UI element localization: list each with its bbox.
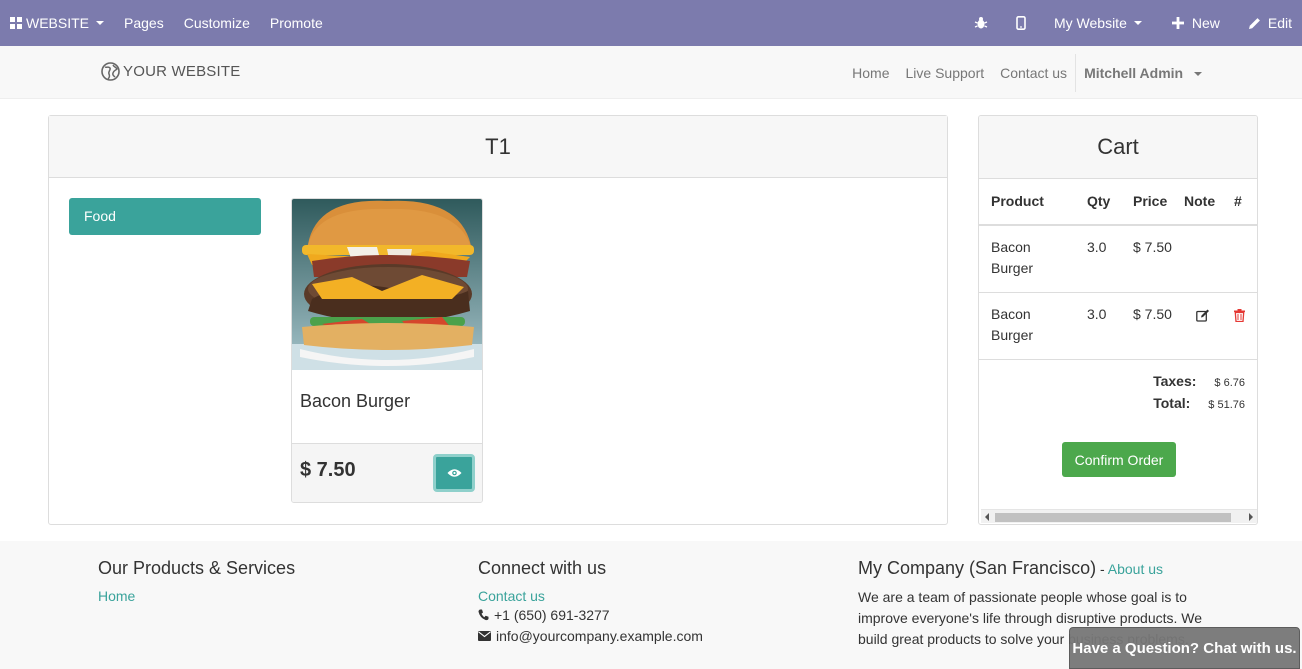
product-card[interactable]: Bacon Burger $ 7.50	[291, 198, 483, 503]
new-button[interactable]: New	[1162, 0, 1234, 46]
footer-connect: Connect with us Contact us +1 (650) 691-…	[478, 558, 703, 646]
product-price: $ 7.50	[300, 459, 356, 481]
plus-icon	[1171, 17, 1184, 29]
edit-note-icon	[1196, 309, 1209, 322]
nav-live-support[interactable]: Live Support	[898, 65, 993, 81]
eye-icon	[447, 469, 461, 477]
pos-panel: T1 Food Bacon Burger $ 7.50	[48, 115, 948, 525]
cart-table: Product Qty Price Note # Bacon Burger 3.…	[979, 179, 1257, 360]
cart-row: Bacon Burger 3.0 $ 7.50	[979, 293, 1257, 360]
caret-down-icon	[96, 21, 105, 25]
footer-company-title: My Company (San Francisco)	[858, 558, 1097, 578]
menu-pages[interactable]: Pages	[114, 0, 174, 46]
website-switcher[interactable]: My Website	[1040, 0, 1162, 46]
cart-totals: Taxes: $ 6.76 Total: $ 51.76	[1153, 373, 1245, 417]
cart-header-row: Product Qty Price Note #	[979, 179, 1257, 226]
cart-item-price: $ 7.50	[1133, 239, 1172, 255]
product-image	[292, 199, 482, 370]
cart-item-qty: 3.0	[1087, 239, 1107, 255]
pencil-icon	[1248, 17, 1260, 29]
cart-item-qty: 3.0	[1087, 306, 1107, 322]
cart-row: Bacon Burger 3.0 $ 7.50	[979, 226, 1257, 293]
app-menu-label: WEBSITE	[26, 15, 90, 31]
mobile-preview-button[interactable]	[1002, 0, 1040, 46]
cart-title: Cart	[979, 116, 1257, 179]
product-name: Bacon Burger	[300, 391, 411, 411]
footer-about-link[interactable]: About us	[1108, 561, 1163, 577]
new-label: New	[1191, 15, 1220, 31]
mobile-icon	[1016, 16, 1026, 30]
footer-email: info@yourcompany.example.com	[478, 625, 703, 646]
col-note: Note	[1184, 193, 1216, 209]
envelope-icon	[478, 630, 491, 641]
caret-down-icon	[1133, 21, 1142, 25]
user-menu[interactable]: Mitchell Admin	[1076, 65, 1202, 81]
taxes-value: $ 6.76	[1214, 377, 1245, 389]
delete-item-button[interactable]	[1234, 307, 1245, 328]
caret-down-icon	[1194, 71, 1202, 76]
col-product: Product	[991, 193, 1044, 209]
app-menu-button[interactable]: WEBSITE	[0, 0, 114, 46]
category-food-button[interactable]: Food	[69, 198, 261, 235]
footer-products-title: Our Products & Services	[98, 558, 296, 578]
trash-icon	[1234, 309, 1245, 323]
admin-navbar: WEBSITE Pages Customize Promote My Websi…	[0, 0, 1302, 46]
confirm-order-button[interactable]: Confirm Order	[1062, 442, 1176, 477]
footer-company-sep: -	[1096, 561, 1108, 577]
website-switcher-label: My Website	[1053, 15, 1127, 31]
table-title: T1	[49, 116, 947, 178]
scroll-right-icon[interactable]	[1249, 513, 1253, 521]
logo-text: YOUR WEBSITE	[123, 63, 241, 80]
edit-label: Edit	[1267, 15, 1292, 31]
cart-item-product: Bacon Burger	[991, 239, 1034, 276]
footer-products: Our Products & Services Home	[98, 558, 295, 604]
col-actions: #	[1234, 193, 1242, 209]
cart-item-price: $ 7.50	[1133, 306, 1172, 322]
site-logo[interactable]: YOUR WEBSITE	[101, 62, 240, 81]
scrollbar-thumb[interactable]	[995, 513, 1231, 522]
bug-icon	[974, 17, 988, 29]
apps-grid-icon	[10, 17, 22, 29]
nav-contact-us[interactable]: Contact us	[992, 65, 1075, 81]
taxes-label: Taxes:	[1153, 373, 1197, 389]
footer-connect-title: Connect with us	[478, 558, 607, 578]
cart-panel: Cart Product Qty Price Note # Bacon Burg…	[978, 115, 1258, 525]
col-price: Price	[1133, 193, 1168, 209]
nav-home[interactable]: Home	[844, 65, 897, 81]
globe-icon	[101, 62, 120, 81]
edit-button[interactable]: Edit	[1234, 0, 1302, 46]
cart-horizontal-scrollbar[interactable]	[981, 509, 1257, 523]
debug-button[interactable]	[960, 0, 1002, 46]
footer-contact-link[interactable]: Contact us	[478, 588, 703, 604]
menu-customize[interactable]: Customize	[174, 0, 260, 46]
footer-email-text: info@yourcompany.example.com	[496, 627, 703, 644]
total-value: $ 51.76	[1208, 399, 1245, 411]
col-qty: Qty	[1087, 193, 1111, 209]
footer-home-link[interactable]: Home	[98, 588, 295, 604]
site-header: YOUR WEBSITE Home Live Support Contact u…	[0, 46, 1302, 99]
footer-phone-text: +1 (650) 691-3277	[494, 606, 610, 623]
edit-note-button[interactable]	[1196, 307, 1210, 328]
phone-icon	[478, 609, 489, 620]
menu-promote[interactable]: Promote	[260, 0, 333, 46]
product-footer: $ 7.50	[292, 443, 482, 502]
view-product-button[interactable]	[433, 454, 475, 492]
live-chat-button[interactable]: Have a Question? Chat with us.	[1069, 627, 1300, 669]
top-nav: Home Live Support Contact us Mitchell Ad…	[844, 46, 1202, 99]
scroll-left-icon[interactable]	[985, 513, 989, 521]
user-name: Mitchell Admin	[1084, 64, 1184, 81]
total-label: Total:	[1153, 395, 1191, 411]
cart-item-product: Bacon Burger	[991, 306, 1034, 343]
footer-phone: +1 (650) 691-3277	[478, 604, 703, 625]
